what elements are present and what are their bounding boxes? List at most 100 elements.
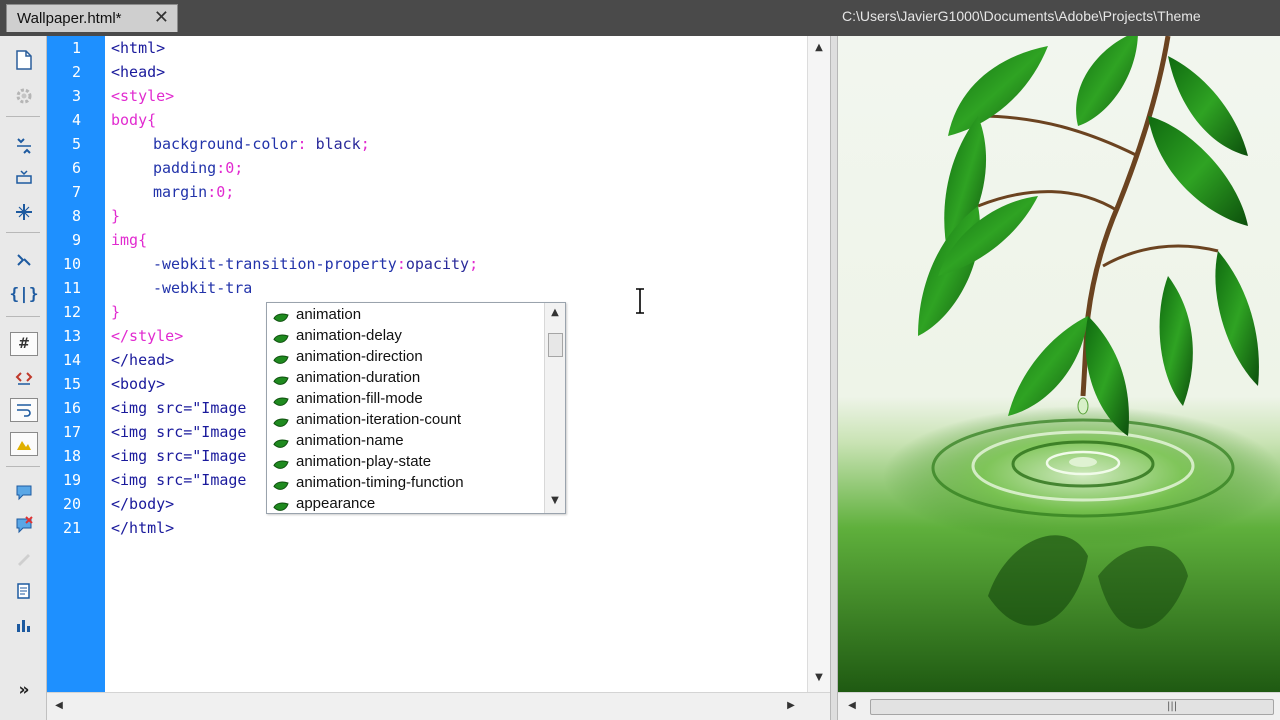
code-hint-item[interactable]: animation-fill-mode	[269, 388, 543, 409]
line-number: 17	[62, 423, 81, 441]
scrollbar-thumb[interactable]: |||	[870, 699, 1274, 715]
line-number: 21	[62, 519, 81, 537]
open-documents-icon[interactable]	[10, 48, 38, 72]
scroll-left-icon[interactable]: ◀	[846, 700, 858, 712]
line-number: 8	[71, 207, 81, 225]
code-line: </style>	[111, 327, 184, 345]
code-line: </head>	[111, 351, 175, 369]
document-tab-label: Wallpaper.html*	[17, 10, 122, 27]
line-number: 4	[71, 111, 81, 129]
code-line: padding:0;	[153, 159, 244, 177]
css-property-icon	[273, 393, 289, 406]
word-wrap-icon[interactable]	[10, 398, 38, 422]
code-line: <head>	[111, 63, 166, 81]
line-number: 12	[62, 303, 81, 321]
collapse-full-tag-icon[interactable]	[10, 134, 38, 158]
scroll-up-icon[interactable]: ▲	[549, 307, 561, 319]
line-number: 18	[62, 447, 81, 465]
css-property-icon	[273, 309, 289, 322]
line-number: 15	[62, 375, 81, 393]
css-property-icon	[273, 372, 289, 385]
code-hint-scrollbar[interactable]: ▲ ▼	[544, 303, 565, 513]
syntax-coloring-icon[interactable]	[10, 432, 38, 456]
line-number: 6	[71, 159, 81, 177]
scroll-right-icon[interactable]: ▶	[785, 700, 797, 712]
line-number: 9	[71, 231, 81, 249]
highlight-invalid-code-icon[interactable]	[10, 366, 38, 390]
code-hint-item[interactable]: appearance	[269, 493, 543, 514]
line-number: 14	[62, 351, 81, 369]
code-line: <body>	[111, 375, 166, 393]
code-line: }	[111, 303, 121, 321]
move-css-icon[interactable]	[10, 613, 38, 637]
editor-vertical-scrollbar[interactable]: ▲ ▼	[807, 36, 830, 692]
scroll-down-icon[interactable]: ▼	[813, 672, 825, 684]
scrollbar-thumb[interactable]	[548, 333, 563, 357]
document-tab[interactable]: Wallpaper.html* ✕	[6, 4, 178, 32]
scroll-up-icon[interactable]: ▲	[813, 42, 825, 54]
code-line: -webkit-transition-property:opacity;	[153, 255, 479, 273]
code-hint-item[interactable]: animation-timing-function	[269, 472, 543, 493]
remove-comment-icon[interactable]	[10, 513, 38, 537]
i-beam-cursor-icon	[636, 288, 644, 314]
document-toolbar: Wallpaper.html* ✕ C:\Users\JavierG1000\D…	[0, 0, 1280, 36]
split-view-divider[interactable]	[830, 36, 838, 720]
code-hint-item[interactable]: animation	[269, 304, 543, 325]
line-number: 11	[62, 279, 81, 297]
collapse-selection-icon[interactable]	[10, 167, 38, 191]
scroll-down-icon[interactable]: ▼	[549, 495, 561, 507]
code-line: </html>	[111, 519, 175, 537]
code-line: <html>	[111, 39, 166, 57]
css-property-icon	[273, 456, 289, 469]
scrollbar-grip: |||	[1167, 701, 1178, 712]
css-property-icon	[273, 351, 289, 364]
expand-all-icon[interactable]	[10, 200, 38, 224]
line-number: 10	[62, 255, 81, 273]
line-number: 19	[62, 471, 81, 489]
code-line: <style>	[111, 87, 175, 105]
select-parent-tag-icon[interactable]	[10, 248, 38, 272]
scroll-left-icon[interactable]: ◀	[53, 700, 65, 712]
code-hint-item[interactable]: animation-direction	[269, 346, 543, 367]
balance-braces-icon[interactable]: {|}	[10, 281, 39, 305]
line-number: 7	[71, 183, 81, 201]
code-hint-item[interactable]: animation-name	[269, 430, 543, 451]
wrap-tag-icon	[10, 546, 38, 570]
css-property-icon	[273, 477, 289, 490]
line-number: 2	[71, 63, 81, 81]
wallpaper-image	[838, 36, 1280, 692]
code-hint-item[interactable]: animation-duration	[269, 367, 543, 388]
preview-horizontal-scrollbar[interactable]: ◀ |||	[838, 692, 1280, 720]
code-hint-item[interactable]: animation-iteration-count	[269, 409, 543, 430]
css-property-icon	[273, 330, 289, 343]
line-numbers-icon[interactable]: #	[10, 332, 38, 356]
line-number: 3	[71, 87, 81, 105]
line-number: 13	[62, 327, 81, 345]
code-hint-item[interactable]: animation-delay	[269, 325, 543, 346]
more-tools-icon[interactable]: »	[10, 678, 38, 702]
code-hint-popup[interactable]: animation animation-delay animation-dire…	[266, 302, 566, 514]
css-property-icon	[273, 414, 289, 427]
code-line: background-color: black;	[153, 135, 370, 153]
css-property-icon	[273, 498, 289, 511]
code-line: img{	[111, 231, 148, 249]
gear-icon	[10, 84, 38, 108]
code-line: margin:0;	[153, 183, 235, 201]
editor-horizontal-scrollbar[interactable]: ◀ ▶	[47, 692, 830, 720]
css-property-icon	[273, 435, 289, 448]
code-line: <img src="Image	[111, 447, 247, 465]
file-path: C:\Users\JavierG1000\Documents\Adobe\Pro…	[842, 8, 1201, 24]
code-line: </body>	[111, 495, 175, 513]
line-number: 5	[71, 135, 81, 153]
coding-toolbar: {|} # »	[0, 36, 47, 720]
code-hint-item[interactable]: animation-play-state	[269, 451, 543, 472]
code-line: -webkit-tra	[153, 279, 253, 297]
code-line: }	[111, 207, 121, 225]
recent-snippets-icon[interactable]	[10, 579, 38, 603]
code-line: body{	[111, 111, 157, 129]
line-number: 20	[62, 495, 81, 513]
code-line: <img src="Image	[111, 423, 247, 441]
apply-comment-icon[interactable]	[10, 480, 38, 504]
close-tab-icon[interactable]: ✕	[154, 8, 169, 28]
code-line: <img src="Image	[111, 471, 247, 489]
